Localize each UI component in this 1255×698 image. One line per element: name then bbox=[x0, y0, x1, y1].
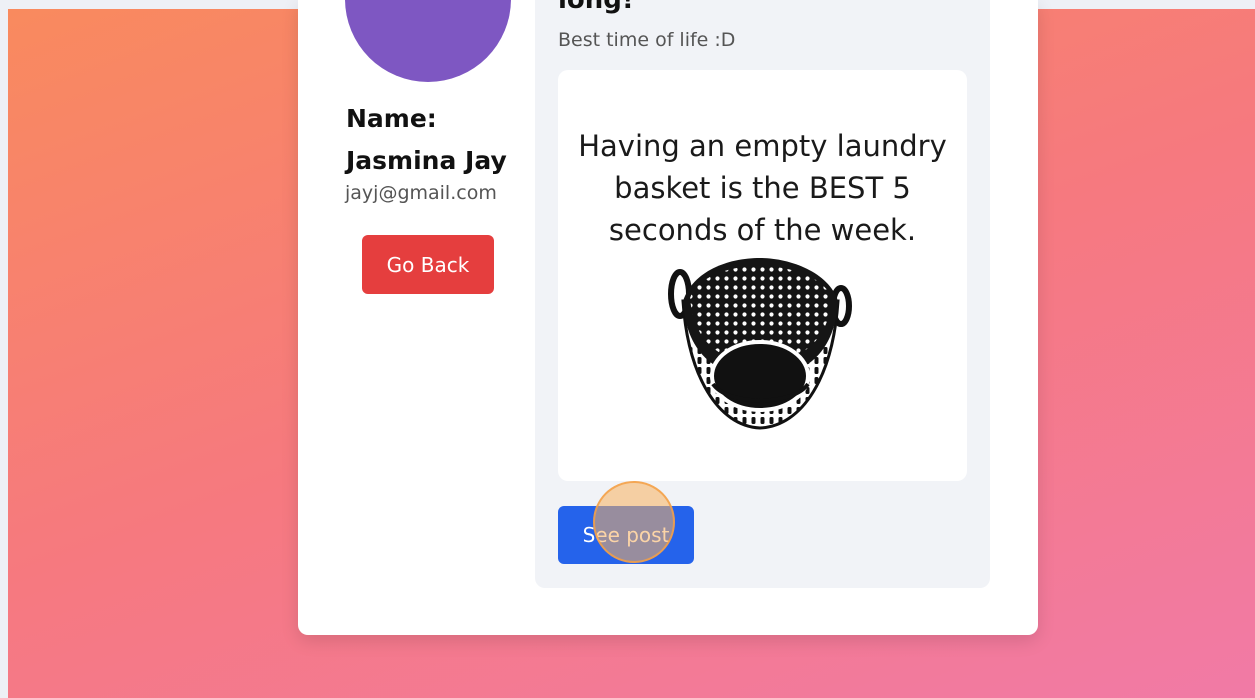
go-back-button[interactable]: Go Back bbox=[362, 235, 494, 294]
caption-line: Having an empty laundry bbox=[578, 129, 947, 163]
post-card: long! Best time of life :D Having an emp… bbox=[535, 0, 990, 588]
profile-name-label: Name: bbox=[346, 104, 437, 133]
see-post-button[interactable]: See post bbox=[558, 506, 694, 564]
profile-email: jayj@gmail.com bbox=[345, 182, 497, 204]
profile-name: Name: Jasmina Jay bbox=[346, 98, 536, 182]
profile-name-value: Jasmina Jay bbox=[346, 146, 507, 175]
caption-line: basket is the BEST 5 bbox=[614, 171, 911, 205]
caption-line: seconds of the week. bbox=[608, 213, 917, 247]
post-image: Having an empty laundry basket is the BE… bbox=[558, 70, 967, 481]
laundry-basket-illustration bbox=[668, 258, 852, 430]
post-image-caption: Having an empty laundry basket is the BE… bbox=[558, 125, 967, 251]
post-subtitle: Best time of life :D bbox=[558, 29, 736, 51]
post-title: long! bbox=[558, 0, 634, 15]
